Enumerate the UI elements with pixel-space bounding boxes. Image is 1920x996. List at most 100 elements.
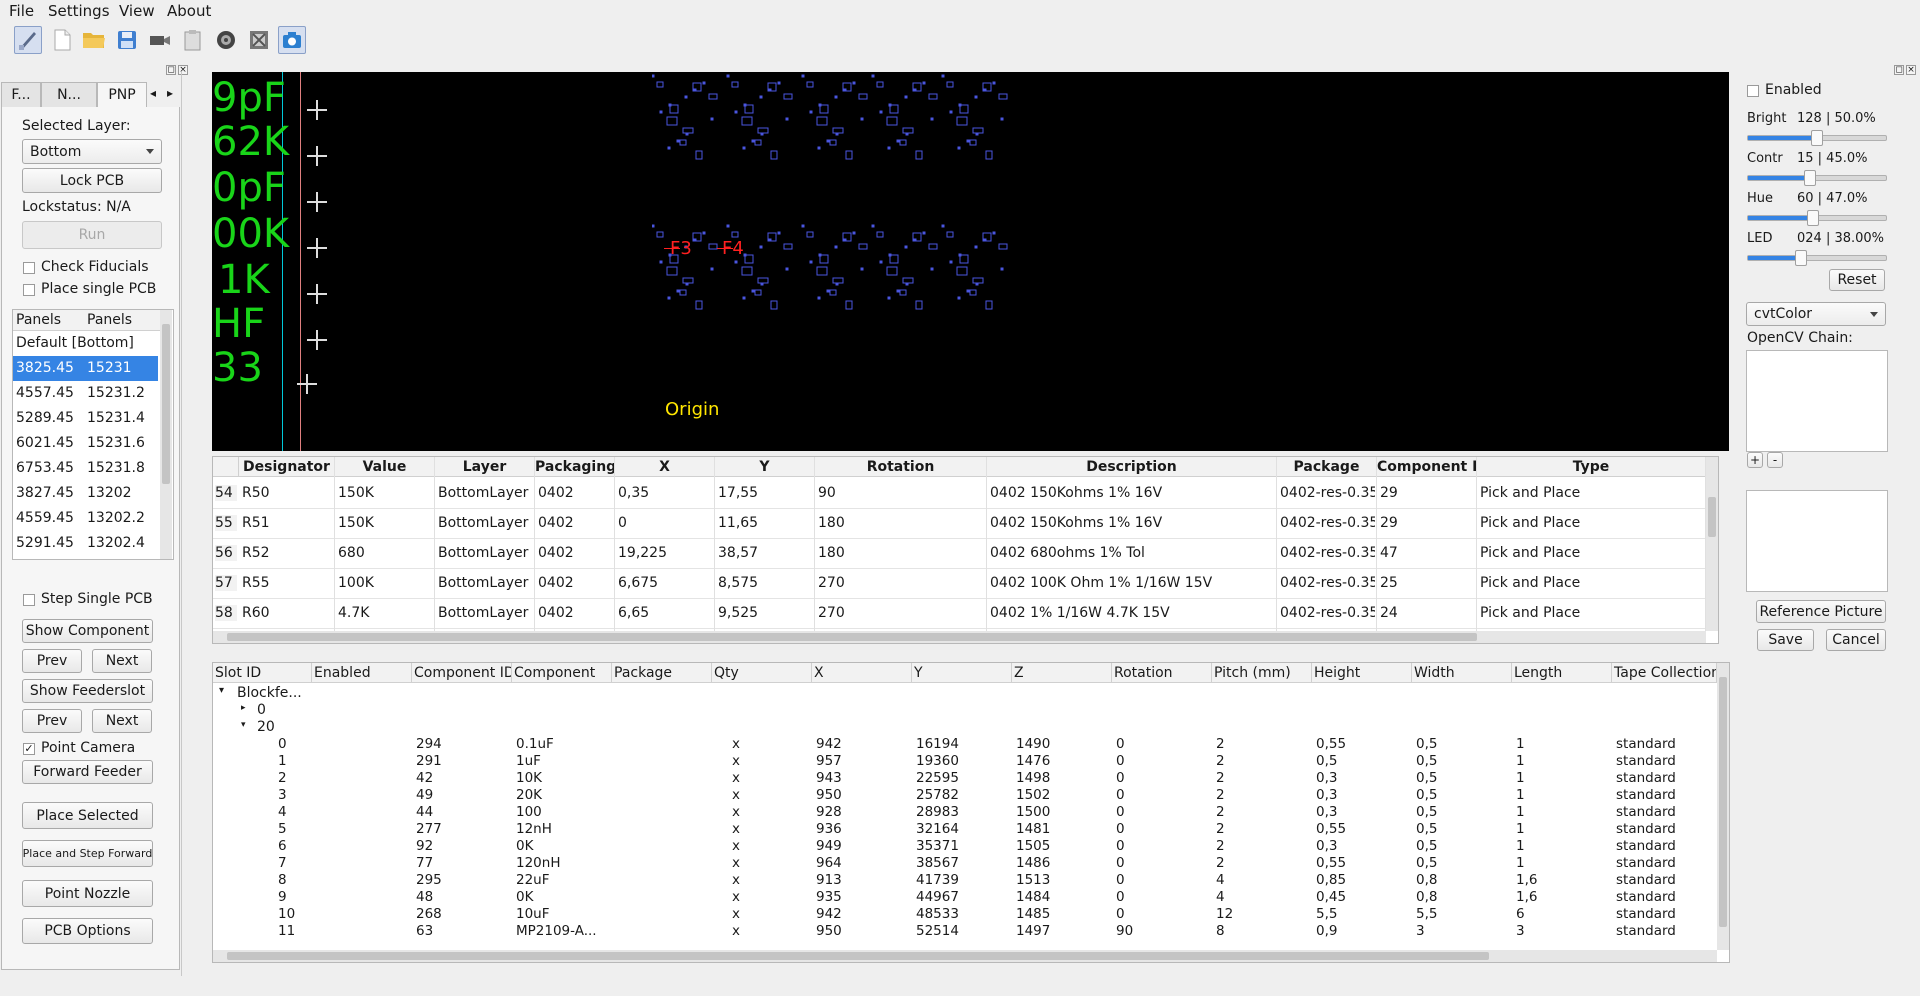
feeders-header[interactable]: Length (1512, 663, 1612, 683)
feeders-h-scrollbar[interactable] (213, 950, 1717, 962)
pcb-tool-icon[interactable] (14, 26, 42, 54)
camera-icon[interactable] (146, 26, 174, 54)
slider-hue[interactable] (1747, 210, 1887, 226)
components-row[interactable]: 57 R55 100K BottomLayer 0402 6,675 8,575 270 040… (213, 568, 1706, 599)
components-header[interactable]: X (615, 457, 715, 477)
menu-settings[interactable]: Settings (48, 2, 110, 20)
components-row[interactable]: 54 R50 150K BottomLayer 0402 0,35 17,55 90 0402 … (213, 478, 1706, 509)
place-selected-button[interactable]: Place Selected (22, 802, 153, 829)
layer-select[interactable]: Bottom (22, 139, 162, 164)
component-prev-button[interactable]: Prev (22, 649, 82, 673)
feederslot-prev-button[interactable]: Prev (22, 709, 82, 733)
feeders-header[interactable]: X (812, 663, 912, 683)
feeder-row[interactable]: 7 77 120nH x 964 38567 1486 0 2 0,55 0,5 1 standard (213, 855, 1717, 872)
open-folder-icon[interactable] (80, 26, 108, 54)
place-single-pcb-checkbox[interactable] (23, 284, 35, 296)
slider-contr[interactable] (1747, 170, 1887, 186)
menu-about[interactable]: About (167, 2, 211, 20)
components-h-scrollbar[interactable] (213, 631, 1706, 643)
show-component-button[interactable]: Show Component (22, 619, 153, 643)
clipboard-icon[interactable] (179, 26, 207, 54)
add-filter-button[interactable]: + (1747, 452, 1763, 468)
reset-button[interactable]: Reset (1829, 269, 1885, 291)
feeders-header[interactable]: Rotation (1112, 663, 1212, 683)
reel-icon[interactable] (212, 26, 240, 54)
expand-arrow-icon[interactable]: ▾ (241, 720, 246, 730)
feederslot-next-button[interactable]: Next (92, 709, 152, 733)
collapse-arrow-icon[interactable]: ▸ (241, 703, 246, 713)
camera-enabled-checkbox[interactable] (1747, 85, 1759, 97)
components-v-scrollbar[interactable] (1706, 457, 1718, 631)
components-header[interactable]: Designator (239, 457, 335, 477)
feeder-row[interactable]: 0 294 0.1uF x 942 16194 1490 0 2 0,55 0,5 1 standard (213, 736, 1717, 753)
feeder-row[interactable]: 9 48 0K x 935 44967 1484 0 4 0,45 0,8 1,6 standard (213, 889, 1717, 906)
components-header[interactable]: Value (335, 457, 435, 477)
reference-picture-button[interactable]: Reference Picture (1756, 600, 1886, 623)
panel-row[interactable]: 3825.45 15231 (13, 356, 158, 381)
components-header[interactable]: Type (1477, 457, 1706, 477)
feeders-header[interactable]: Width (1412, 663, 1512, 683)
feeder-group-label[interactable]: Blockfe... (237, 685, 302, 701)
feeders-header[interactable]: Height (1312, 663, 1412, 683)
point-nozzle-button[interactable]: Point Nozzle (22, 880, 153, 907)
feeder-row[interactable]: 4 44 100 x 928 28983 1500 0 2 0,3 0,5 1 standard (213, 804, 1717, 821)
feeder-row[interactable]: 5 277 12nH x 936 32164 1481 0 2 0,55 0,5 1 standard (213, 821, 1717, 838)
components-header[interactable]: Packaging (535, 457, 615, 477)
feeders-header[interactable]: Y (912, 663, 1012, 683)
expand-arrow-icon[interactable]: ▾ (219, 685, 224, 696)
feeders-header[interactable]: Component ID (412, 663, 512, 683)
components-header[interactable]: Layer (435, 457, 535, 477)
slider-handle[interactable] (1804, 170, 1817, 186)
slider-handle[interactable] (1811, 130, 1823, 146)
remove-filter-button[interactable]: - (1767, 452, 1783, 468)
feeder-row[interactable]: 11 63 MP2109-A... x 950 52514 1497 90 8 0,9 3 3 stan… (213, 923, 1717, 940)
screenshot-icon[interactable] (278, 26, 306, 54)
menu-view[interactable]: View (119, 2, 155, 20)
components-header[interactable]: Y (715, 457, 815, 477)
feeders-v-scrollbar[interactable] (1717, 663, 1729, 950)
new-file-icon[interactable] (48, 26, 76, 54)
components-row[interactable]: 58 R60 4.7K BottomLayer 0402 6,65 9,525 270 0402… (213, 598, 1706, 629)
check-fiducials-checkbox[interactable] (23, 262, 35, 274)
machine-icon[interactable] (245, 26, 273, 54)
feeders-header[interactable]: Pitch (mm) (1212, 663, 1312, 683)
feeders-header[interactable]: Qty (712, 663, 812, 683)
feeders-header[interactable]: Slot ID (213, 663, 312, 683)
feeder-row[interactable]: 1 291 1uF x 957 19360 1476 0 2 0,5 0,5 1 standard (213, 753, 1717, 770)
tab-f[interactable]: F... (1, 82, 41, 108)
components-row[interactable]: 56 R52 680 BottomLayer 0402 19,225 38,57 180 040… (213, 538, 1706, 569)
save-button[interactable]: Save (1757, 629, 1814, 651)
panel-row[interactable]: 4559.45 13202.2 (13, 506, 158, 531)
feeders-header[interactable]: Z (1012, 663, 1112, 683)
panel-row[interactable]: 5291.45 13202.4 (13, 531, 158, 556)
components-header[interactable]: Package (1277, 457, 1377, 477)
panels-scrollbar[interactable] (160, 310, 172, 559)
slider-handle[interactable] (1806, 210, 1819, 226)
feeders-header[interactable]: Component (512, 663, 612, 683)
slider-bright[interactable] (1747, 130, 1887, 146)
color-mode-select[interactable]: cvtColor (1746, 302, 1886, 326)
cancel-button[interactable]: Cancel (1826, 629, 1886, 651)
panel-row[interactable]: 4557.45 15231.2 (13, 381, 158, 406)
panel-row[interactable]: 5289.45 15231.4 (13, 406, 158, 431)
opencv-chain-list[interactable] (1746, 350, 1888, 452)
forward-feeder-button[interactable]: Forward Feeder (22, 760, 153, 784)
save-icon[interactable] (113, 26, 141, 54)
feeder-subgroup-20[interactable]: 20 (257, 719, 275, 735)
camera-view[interactable]: 9pF 62K 0pF 00K 1K HF 33 F3 F4 Origin (212, 72, 1729, 451)
feeders-header[interactable]: Enabled (312, 663, 412, 683)
pcb-options-button[interactable]: PCB Options (22, 918, 153, 944)
feeder-row[interactable]: 2 42 10K x 943 22595 1498 0 2 0,3 0,5 1 standard (213, 770, 1717, 787)
panel-row[interactable]: 3827.45 13202 (13, 481, 158, 506)
slider-handle[interactable] (1794, 250, 1807, 266)
run-button[interactable]: Run (22, 221, 162, 249)
panel-row[interactable]: 6021.45 15231.6 (13, 431, 158, 456)
tab-scroll-left-icon[interactable]: ◂ (150, 86, 156, 100)
feeder-row[interactable]: 10 268 10uF x 942 48533 1485 0 12 5,5 5,5 6 standard (213, 906, 1717, 923)
feeder-row[interactable]: 8 295 22uF x 913 41739 1513 0 4 0,85 0,8 1,6 standar… (213, 872, 1717, 889)
components-header[interactable]: Rotation (815, 457, 987, 477)
dock-float-icon[interactable]: ◻ (1894, 65, 1904, 75)
feeder-row[interactable]: 6 92 0K x 949 35371 1505 0 2 0,3 0,5 1 standard (213, 838, 1717, 855)
dock-close-icon[interactable]: × (1906, 65, 1916, 75)
tab-scroll-right-icon[interactable]: ▸ (167, 86, 173, 100)
